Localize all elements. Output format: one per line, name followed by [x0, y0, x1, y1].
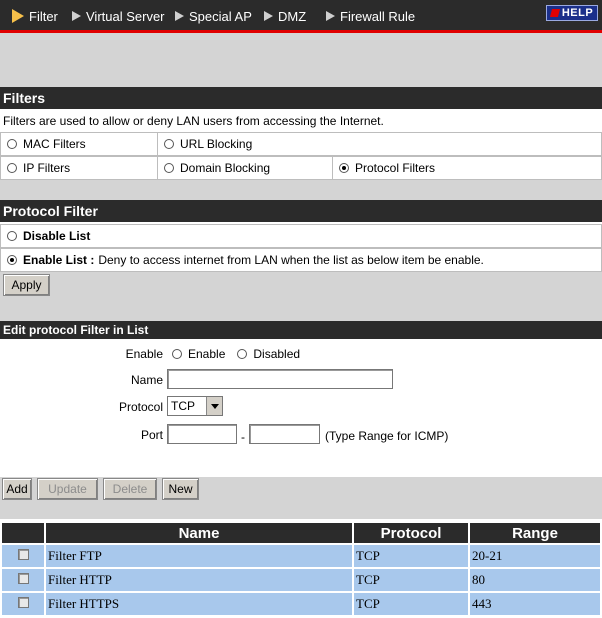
protocol-filters-label: Protocol Filters	[355, 161, 436, 175]
row-protocol: TCP	[352, 543, 470, 569]
new-button[interactable]: New	[162, 478, 199, 500]
nav-filter-label: Filter	[29, 8, 58, 24]
domain-blocking-label: Domain Blocking	[180, 161, 271, 175]
ip-filters-label: IP Filters	[23, 161, 71, 175]
protocol-filter-table: Name Protocol Range Filter FTP TCP 20-21…	[0, 521, 602, 617]
nav-firewall-rule[interactable]: Firewall Rule	[326, 6, 415, 26]
enable-radio[interactable]	[172, 349, 182, 359]
row-range: 443	[468, 591, 602, 617]
row-protocol: TCP	[352, 591, 470, 617]
help-icon	[549, 9, 560, 17]
nav-dmz-label: DMZ	[278, 8, 307, 24]
mac-filters-label: MAC Filters	[23, 137, 86, 151]
help-label: HELP	[561, 7, 594, 19]
nav-special-ap[interactable]: Special AP	[175, 6, 252, 26]
enable-radio-group: Enable Disabled	[172, 347, 300, 361]
protocol-filter-title: Protocol Filter	[0, 200, 602, 222]
row-select-cell	[0, 543, 46, 569]
row-select-cell	[0, 567, 46, 593]
apply-panel	[0, 272, 602, 321]
name-input[interactable]	[167, 369, 393, 389]
nav-special-ap-label: Special AP	[189, 8, 252, 24]
enable-list-label: Enable List :	[23, 253, 95, 267]
filters-row-1: MAC Filters URL Blocking	[0, 132, 602, 156]
header-spacer	[0, 33, 602, 87]
edit-title: Edit protocol Filter in List	[0, 321, 602, 339]
nav-firewall-rule-label: Firewall Rule	[340, 8, 416, 24]
domain-blocking-radio[interactable]	[164, 163, 174, 173]
disable-list-radio[interactable]	[7, 231, 17, 241]
protocol-column-header: Protocol	[352, 521, 470, 545]
disable-list-row[interactable]: Disable List	[0, 224, 602, 248]
nav-virtual-server[interactable]: Virtual Server	[72, 6, 165, 26]
disable-list-option[interactable]: Disable List	[1, 225, 601, 247]
row-name: Filter HTTP	[44, 567, 354, 593]
row-protocol: TCP	[352, 567, 470, 593]
filters-row-2: IP Filters Domain Blocking Protocol Filt…	[0, 156, 602, 180]
protocol-select-value: TCP	[171, 399, 195, 413]
row-range: 80	[468, 567, 602, 593]
select-column-header	[0, 521, 46, 545]
play-arrow-icon	[12, 9, 24, 23]
add-button[interactable]: Add	[2, 478, 32, 500]
name-column-header: Name	[44, 521, 354, 545]
row-select-cell	[0, 591, 46, 617]
spacer-band	[0, 180, 602, 200]
help-button[interactable]: HELP	[546, 5, 598, 21]
chevron-down-icon	[206, 397, 222, 415]
protocol-filters-option[interactable]: Protocol Filters	[333, 157, 601, 179]
delete-button[interactable]: Delete	[103, 478, 157, 500]
nav-dmz[interactable]: DMZ	[264, 6, 306, 26]
enable-list-radio[interactable]	[7, 255, 17, 265]
play-arrow-icon	[264, 11, 273, 21]
row-name: Filter HTTPS	[44, 591, 354, 617]
disable-list-label: Disable List	[23, 229, 91, 243]
nav-virtual-server-label: Virtual Server	[86, 8, 165, 24]
mac-filters-radio[interactable]	[7, 139, 17, 149]
play-arrow-icon	[326, 11, 335, 21]
mac-filters-option[interactable]: MAC Filters	[1, 133, 158, 155]
range-column-header: Range	[468, 521, 602, 545]
disabled-option-label: Disabled	[253, 347, 301, 361]
enable-field-label: Enable	[125, 347, 163, 361]
protocol-select[interactable]: TCP	[167, 396, 223, 416]
table-row[interactable]: Filter FTP TCP 20-21	[0, 543, 602, 569]
port-from-input[interactable]	[167, 424, 237, 444]
table-row[interactable]: Filter HTTP TCP 80	[0, 567, 602, 593]
port-separator: -	[241, 430, 245, 444]
url-blocking-radio[interactable]	[164, 139, 174, 149]
port-to-input[interactable]	[249, 424, 320, 444]
name-field-label: Name	[130, 373, 163, 387]
table-header-row: Name Protocol Range	[0, 521, 602, 545]
play-arrow-icon	[72, 11, 81, 21]
ip-filters-option[interactable]: IP Filters	[1, 157, 158, 179]
enable-list-row[interactable]: Enable List : Deny to access internet fr…	[0, 248, 602, 272]
url-blocking-label: URL Blocking	[180, 137, 253, 151]
protocol-field-label: Protocol	[118, 400, 163, 414]
table-row[interactable]: Filter HTTPS TCP 443	[0, 591, 602, 617]
apply-button[interactable]: Apply	[3, 274, 50, 296]
port-field-label: Port	[140, 428, 163, 442]
filters-description: Filters are used to allow or deny LAN us…	[3, 114, 384, 128]
top-nav: Filter Virtual Server Special AP DMZ Fir…	[0, 0, 602, 33]
update-button[interactable]: Update	[37, 478, 98, 500]
enable-list-option[interactable]: Enable List : Deny to access internet fr…	[1, 249, 601, 271]
nav-filter[interactable]: Filter	[12, 6, 58, 26]
port-hint: (Type Range for ICMP)	[325, 429, 449, 443]
domain-blocking-option[interactable]: Domain Blocking	[158, 157, 333, 179]
row-range: 20-21	[468, 543, 602, 569]
play-arrow-icon	[175, 11, 184, 21]
filters-title: Filters	[0, 87, 602, 109]
enable-list-description: Deny to access internet from LAN when th…	[98, 253, 484, 267]
ip-filters-radio[interactable]	[7, 163, 17, 173]
row-checkbox[interactable]	[17, 597, 29, 608]
enable-option-label: Enable	[188, 347, 226, 361]
row-checkbox[interactable]	[17, 573, 29, 584]
protocol-filters-radio[interactable]	[339, 163, 349, 173]
disabled-radio[interactable]	[237, 349, 248, 359]
row-checkbox[interactable]	[17, 549, 29, 560]
row-name: Filter FTP	[44, 543, 354, 569]
url-blocking-option[interactable]: URL Blocking	[158, 133, 601, 155]
